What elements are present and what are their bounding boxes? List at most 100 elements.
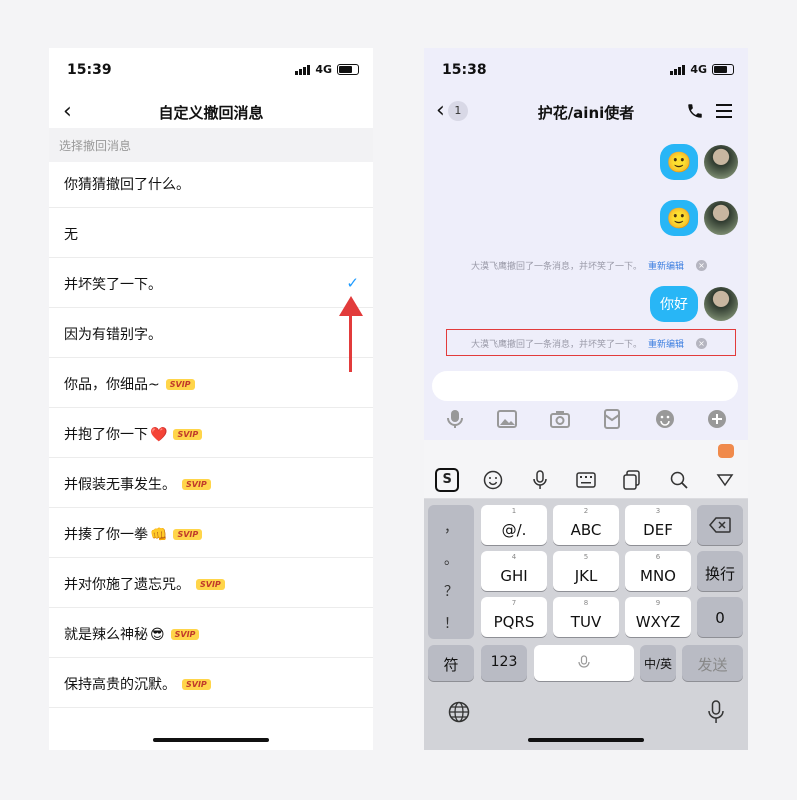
ime-toolbar: S — [424, 462, 748, 499]
list-item[interactable]: 你品，你细品~ SVIP — [49, 358, 373, 408]
message-bubble[interactable]: 🙂 — [660, 200, 698, 236]
battery-icon — [337, 64, 359, 75]
emoji-glyph: 😎 — [150, 627, 165, 643]
red-packet-icon[interactable] — [601, 408, 623, 430]
keyboard: ， 。 ？ ！ 1 @/. 2 ABC 3 DEF 4 GHI 5 JKL 6 MNO 换行… — [424, 499, 748, 750]
key-8[interactable]: 8 TUV — [553, 597, 619, 637]
list-item-label: 并坏笑了一下。 — [64, 274, 162, 294]
item-text: 你猜猜撤回了什么。 — [64, 177, 190, 193]
list-item[interactable]: 就是辣么神秘 😎 SVIP — [49, 608, 373, 658]
punctuation-key[interactable]: ， — [428, 517, 474, 537]
camera-icon[interactable] — [549, 408, 571, 430]
svip-badge: SVIP — [173, 529, 203, 540]
list-item-label: 无 — [64, 224, 78, 244]
search-icon[interactable] — [667, 468, 691, 492]
microphone-icon[interactable] — [444, 408, 466, 430]
list-item-label: 因为有错别字。 — [64, 324, 162, 344]
image-icon[interactable] — [496, 408, 518, 430]
message-bubble[interactable]: 你好 — [650, 286, 698, 322]
emoji-icon[interactable] — [481, 468, 505, 492]
space-key[interactable] — [534, 645, 634, 681]
message-bubble[interactable]: 🙂 — [660, 144, 698, 180]
backspace-key[interactable] — [697, 505, 743, 545]
re-edit-link[interactable]: 重新编辑 — [648, 259, 684, 272]
ime-suggestion-bar — [424, 440, 748, 462]
message-row: 🙂 — [660, 144, 738, 180]
chat-nav-bar: ‹ 1 护花/aini使者 — [424, 92, 748, 132]
list-item[interactable]: 并坏笑了一下。 ✓ — [49, 258, 373, 308]
send-key[interactable]: 发送 — [682, 645, 743, 681]
key-2[interactable]: 2 ABC — [553, 505, 619, 545]
list-item[interactable]: 你猜猜撤回了什么。 — [49, 158, 373, 208]
key-3[interactable]: 3 DEF — [625, 505, 691, 545]
emoji-icon[interactable] — [654, 408, 676, 430]
item-text: 并揍了你一拳 — [64, 527, 148, 543]
microphone-icon[interactable] — [528, 468, 552, 492]
network-label: 4G — [315, 63, 332, 76]
symbol-key[interactable]: 符 — [428, 645, 474, 681]
key-7[interactable]: 7 PQRS — [481, 597, 547, 637]
svip-badge: SVIP — [165, 379, 195, 390]
battery-icon — [712, 64, 734, 75]
language-switch-key[interactable]: 中/英 — [640, 645, 676, 681]
key-1[interactable]: 1 @/. — [481, 505, 547, 545]
signal-icon — [295, 64, 311, 75]
highlight-box-annotation — [446, 329, 736, 356]
recall-message-list: 你猜猜撤回了什么。无并坏笑了一下。 ✓ 因为有错别字。你品，你细品~ SVIP 并抱了你… — [49, 158, 373, 708]
list-item-label: 并揍了你一拳 👊 SVIP — [64, 524, 203, 544]
svip-badge: SVIP — [182, 679, 211, 690]
keyboard-icon[interactable] — [574, 468, 598, 492]
signal-icon — [670, 64, 686, 75]
list-item[interactable]: 因为有错别字。 — [49, 308, 373, 358]
punctuation-key[interactable]: 。 — [428, 549, 474, 569]
list-item-label: 并假装无事发生。 SVIP — [64, 474, 211, 494]
item-text: 并抱了你一下 — [64, 427, 148, 443]
list-item[interactable]: 保持高贵的沉默。 SVIP — [49, 658, 373, 708]
sogou-logo-icon[interactable]: S — [435, 468, 460, 492]
home-indicator — [153, 738, 269, 742]
list-item-label: 你猜猜撤回了什么。 — [64, 174, 190, 194]
chat-toolbar — [444, 408, 728, 436]
newline-key[interactable]: 换行 — [697, 551, 743, 591]
list-item-label: 你品，你细品~ SVIP — [64, 374, 195, 394]
collapse-keyboard-icon[interactable] — [713, 468, 737, 492]
section-header: 选择撤回消息 — [49, 128, 373, 162]
clipboard-icon[interactable] — [620, 468, 644, 492]
number-key[interactable]: 123 — [481, 645, 527, 681]
list-item[interactable]: 并假装无事发生。 SVIP — [49, 458, 373, 508]
chat-screen: 15:38 4G ‹ 1 护花/aini使者 🙂 🙂 大漠飞鹰撤回了一条消息，并… — [424, 48, 748, 750]
dictation-microphone-icon[interactable] — [708, 700, 724, 724]
list-item[interactable]: 并揍了你一拳 👊 SVIP — [49, 508, 373, 558]
punctuation-key[interactable]: ！ — [428, 613, 474, 633]
plus-icon[interactable] — [706, 408, 728, 430]
phone-call-icon[interactable] — [686, 102, 704, 120]
section-label: 选择撤回消息 — [59, 139, 132, 153]
list-item[interactable]: 并对你施了遗忘咒。 SVIP — [49, 558, 373, 608]
punctuation-key[interactable]: ？ — [428, 581, 474, 601]
avatar[interactable] — [704, 145, 738, 179]
svip-badge: SVIP — [173, 429, 203, 440]
punctuation-column[interactable]: ， 。 ？ ！ — [428, 505, 474, 639]
close-icon[interactable]: × — [696, 259, 708, 271]
recall-notice: 大漠飞鹰撤回了一条消息，并坏笑了一下。 重新编辑 × — [446, 254, 732, 276]
key-9[interactable]: 9 WXYZ — [625, 597, 691, 637]
menu-icon[interactable] — [716, 104, 732, 118]
list-item[interactable]: 无 — [49, 208, 373, 258]
list-item-label: 保持高贵的沉默。 SVIP — [64, 674, 211, 694]
svip-badge: SVIP — [170, 629, 200, 640]
ime-mascot-icon[interactable] — [718, 444, 734, 458]
key-4[interactable]: 4 GHI — [481, 551, 547, 591]
key-6[interactable]: 6 MNO — [625, 551, 691, 591]
list-item[interactable]: 并抱了你一下 ❤️ SVIP — [49, 408, 373, 458]
key-0[interactable]: 0 — [697, 597, 743, 637]
avatar[interactable] — [704, 287, 738, 321]
message-row: 🙂 — [660, 200, 738, 236]
avatar[interactable] — [704, 201, 738, 235]
key-5[interactable]: 5 JKL — [553, 551, 619, 591]
list-item-label: 就是辣么神秘 😎 SVIP — [64, 624, 200, 644]
item-text: 就是辣么神秘 — [64, 627, 148, 643]
list-item-label: 并对你施了遗忘咒。 SVIP — [64, 574, 225, 594]
item-text: 并假装无事发生。 — [64, 477, 176, 493]
globe-icon[interactable] — [448, 701, 470, 723]
message-input[interactable] — [432, 371, 738, 401]
